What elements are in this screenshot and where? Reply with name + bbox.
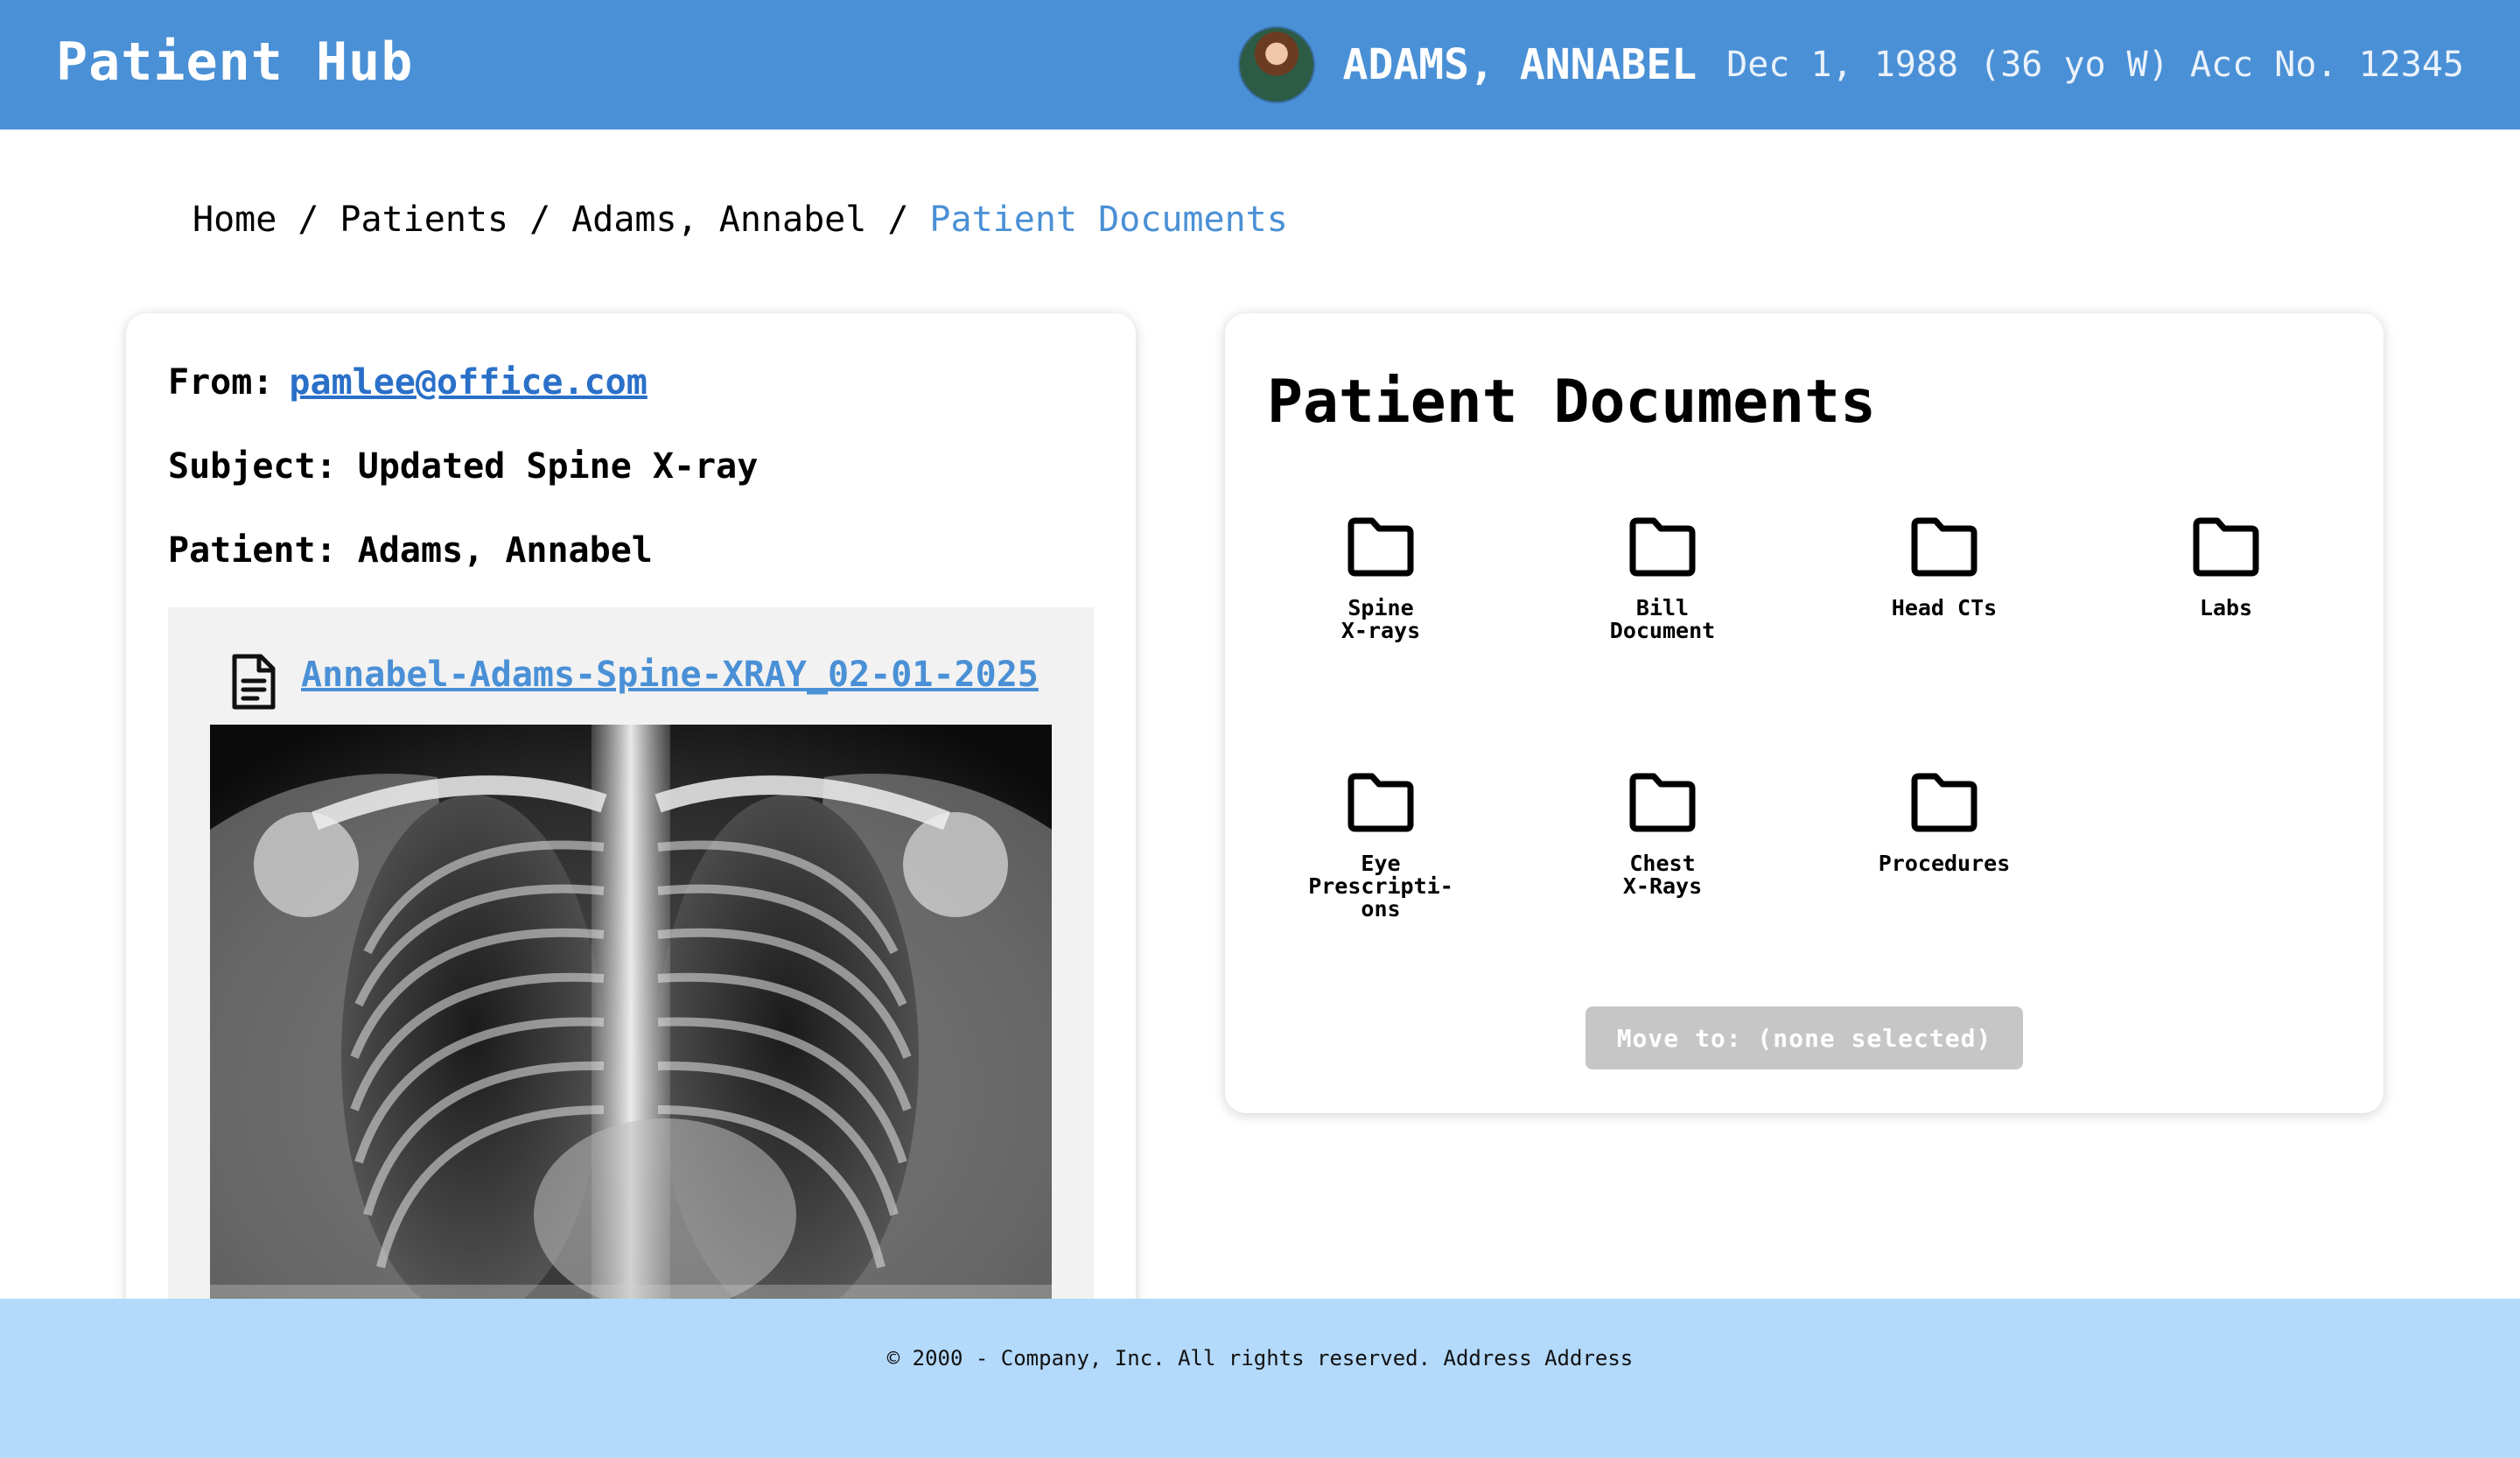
folder-icon (1911, 773, 1978, 832)
folder-icon (1348, 517, 1414, 577)
page-footer: © 2000 - Company, Inc. All rights reserv… (0, 1299, 2520, 1458)
move-to-button[interactable]: Move to: (none selected) (1586, 1006, 2023, 1069)
xray-image[interactable] (210, 725, 1052, 1337)
attachment-panel: Annabel-Adams-Spine-XRAY_02-01-2025 (168, 607, 1094, 1395)
folder-label: Head CTs (1891, 595, 1998, 620)
document-icon (232, 654, 276, 710)
documents-title: Patient Documents (1267, 368, 1876, 437)
breadcrumb-patients[interactable]: Patients (340, 200, 508, 240)
attachment-link[interactable]: Annabel-Adams-Spine-XRAY_02-01-2025 (301, 655, 1039, 695)
folder-label: Labs (2199, 595, 2253, 620)
breadcrumb-home[interactable]: Home (192, 200, 276, 240)
email-patient: Patient: Adams, Annabel (168, 530, 653, 571)
folder-bill-document[interactable]: Bill Document (1558, 516, 1768, 642)
email-card: From: pamlee@office.com Subject: Updated … (126, 313, 1136, 1451)
folder-chest-xrays[interactable]: Chest X-Rays (1558, 772, 1768, 898)
breadcrumb-separator: / (887, 200, 909, 240)
patient-avatar (1237, 26, 1315, 103)
folder-icon (1629, 517, 1696, 577)
from-email-link[interactable]: pamlee@office.com (289, 362, 647, 403)
folder-labs[interactable]: Labs (2121, 516, 2331, 620)
folder-icon (1911, 517, 1978, 577)
email-subject: Subject: Updated Spine X-ray (168, 446, 759, 487)
folder-label: Chest X-Rays (1622, 851, 1703, 899)
app-title[interactable]: Patient Hub (56, 32, 413, 93)
app-header: Patient Hub ADAMS, ANNABEL Dec 1, 1988 (… (0, 0, 2520, 130)
from-label: From: (168, 362, 274, 403)
patient-meta: Dec 1, 1988 (36 yo W) Acc No. 12345 (1726, 45, 2464, 85)
email-from: From: pamlee@office.com (168, 362, 648, 403)
folder-spine-xrays[interactable]: Spine X-rays (1276, 516, 1486, 642)
folder-procedures[interactable]: Procedures (1839, 772, 2049, 875)
breadcrumb-current: Patient Documents (929, 200, 1288, 240)
folder-label: Bill Document (1609, 595, 1716, 643)
breadcrumb-separator: / (298, 200, 319, 240)
folder-head-cts[interactable]: Head CTs (1839, 516, 2049, 620)
folder-label: Spine X-rays (1340, 595, 1421, 643)
folder-label: Eye Prescripti- ons (1308, 851, 1453, 922)
folder-icon (1348, 773, 1414, 832)
folder-icon (2193, 517, 2259, 577)
patient-banner: ADAMS, ANNABEL Dec 1, 1988 (36 yo W) Acc… (1237, 26, 2464, 103)
breadcrumb-separator: / (529, 200, 551, 240)
breadcrumb: Home / Patients / Adams, Annabel / Patient Doc… (192, 200, 1288, 240)
folder-label: Procedures (1878, 851, 2011, 876)
footer-copyright: © 2000 - Company, Inc. All rights reserv… (886, 1346, 1634, 1370)
folder-eye-prescriptions[interactable]: Eye Prescripti- ons (1276, 772, 1486, 921)
documents-card: Patient Documents Spine X-rays Bill Docu… (1225, 313, 2384, 1113)
patient-name: ADAMS, ANNABEL (1342, 40, 1698, 89)
folder-icon (1629, 773, 1696, 832)
breadcrumb-patient[interactable]: Adams, Annabel (571, 200, 866, 240)
